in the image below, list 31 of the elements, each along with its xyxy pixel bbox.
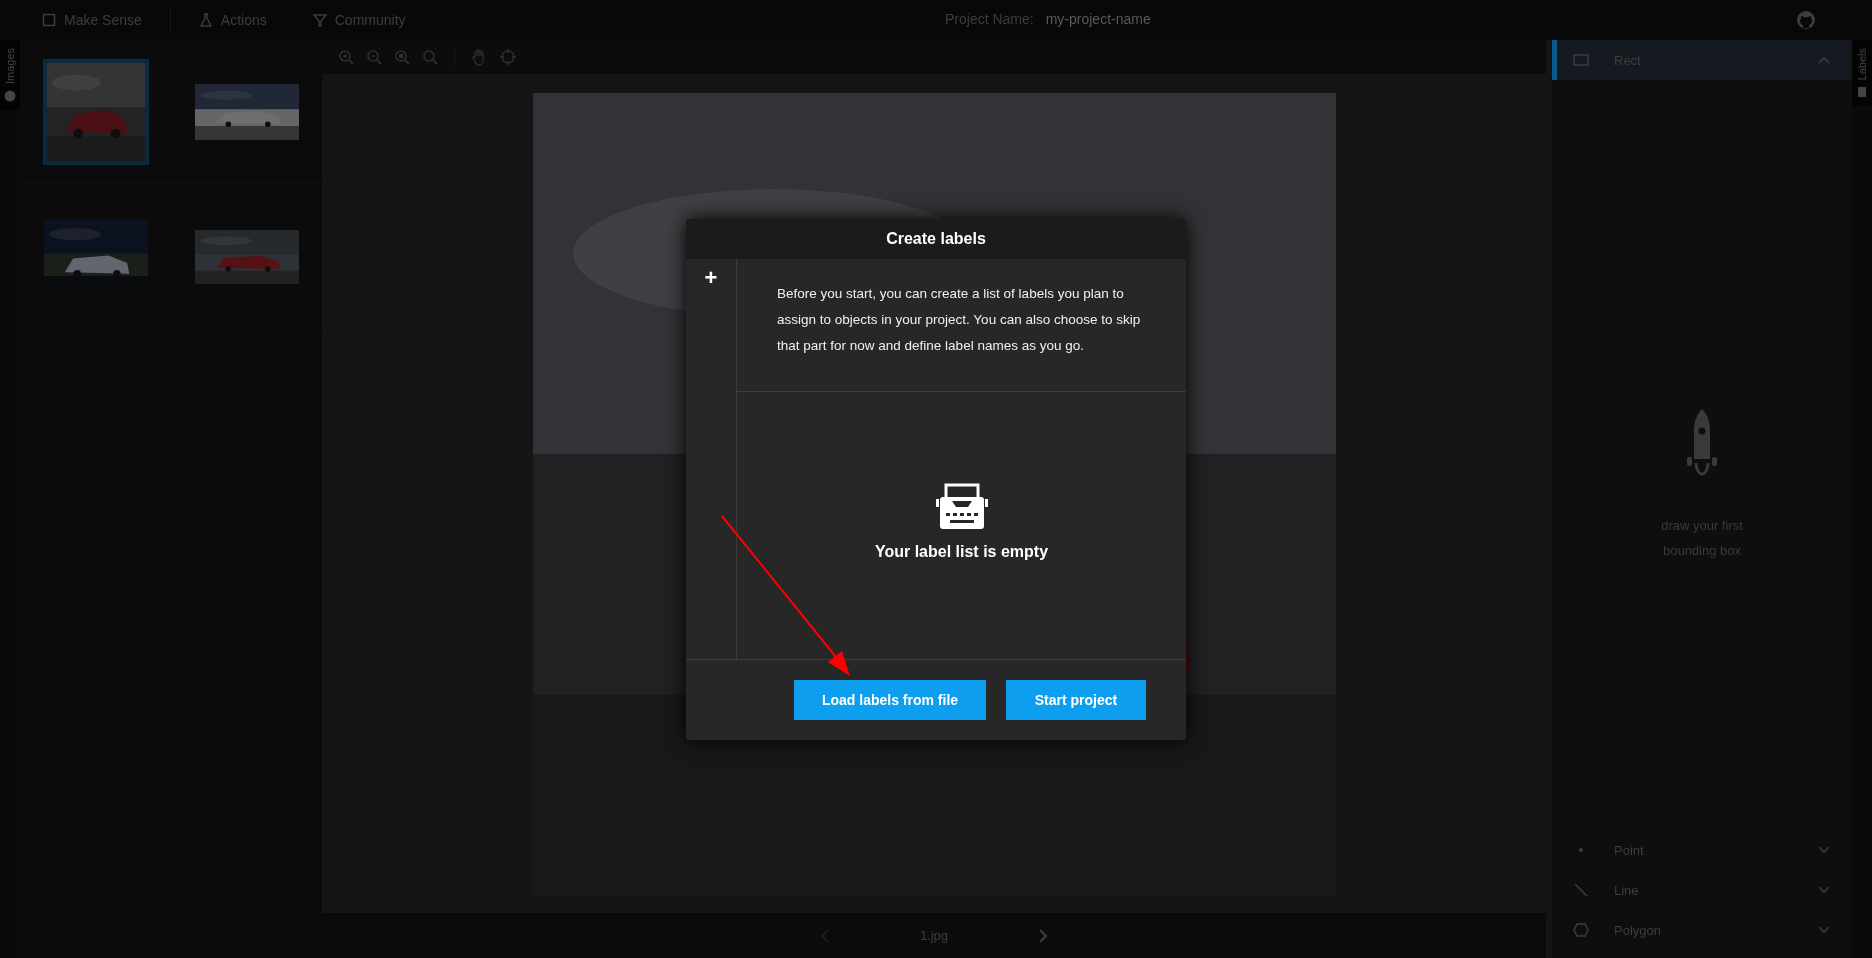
modal-title: Create labels [686, 219, 1186, 259]
modal-description: Before you start, you can create a list of labels you plan to assign to objects in your project. You can also choose to skip that part for now and define label names as you go. [737, 259, 1186, 392]
labels-tab[interactable]: Labels [1852, 40, 1872, 107]
chevron-up-icon [1818, 56, 1830, 64]
hand-icon[interactable] [471, 48, 487, 66]
empty-list-message: Your label list is empty [874, 542, 1049, 561]
flask-icon [198, 13, 213, 27]
start-project-button[interactable]: Start project [1006, 680, 1146, 720]
zoom-out-icon[interactable] [366, 49, 382, 65]
next-icon[interactable] [1038, 927, 1049, 944]
crosshair-icon[interactable] [499, 48, 517, 66]
typewriter-icon [935, 482, 988, 531]
line-icon [1572, 881, 1590, 899]
funnel-icon [312, 13, 327, 27]
chevron-down-icon [1818, 926, 1830, 934]
zoom-in-icon[interactable] [338, 49, 354, 65]
images-tab[interactable]: Images [0, 40, 20, 111]
github-icon[interactable] [1796, 10, 1816, 30]
chevron-down-icon [1818, 886, 1830, 894]
chevron-down-icon [1818, 846, 1830, 854]
zoom-reset-icon[interactable] [422, 49, 438, 65]
polygon-icon [1572, 921, 1590, 939]
dot-icon [1578, 847, 1584, 853]
tag-icon [1856, 86, 1868, 99]
rectangle-icon [1572, 51, 1590, 69]
load-labels-button[interactable]: Load labels from file [794, 680, 986, 720]
square-logo-icon [42, 13, 56, 27]
add-label-button[interactable]: + [694, 259, 728, 297]
project-name-field[interactable]: my-project-name [1045, 11, 1151, 27]
image-icon [4, 90, 16, 103]
zoom-fit-icon[interactable] [394, 49, 410, 65]
